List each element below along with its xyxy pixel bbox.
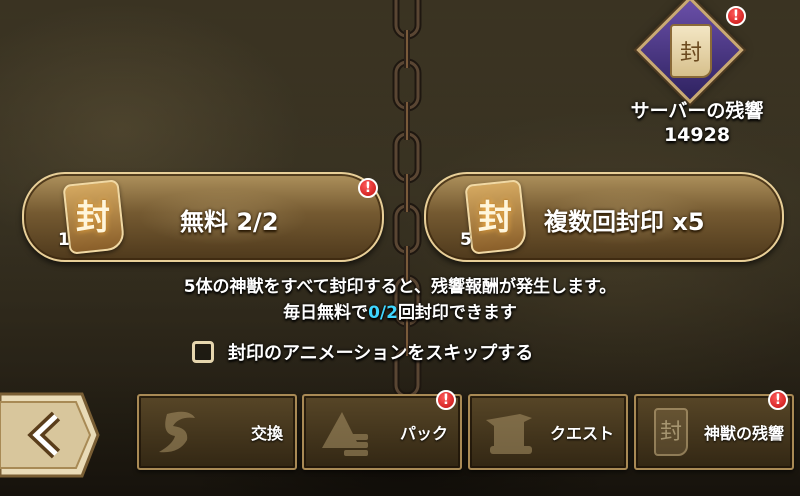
free-count-value: 0/2 bbox=[368, 303, 398, 323]
tab-exchange-label: 交換 bbox=[250, 424, 283, 443]
back-button[interactable] bbox=[0, 390, 100, 480]
multi-seal-label: 複数回封印 x5 bbox=[544, 208, 705, 236]
server-echo-count: 14928 bbox=[663, 124, 731, 146]
beast-echo-icon: 封 bbox=[646, 404, 708, 458]
tab-beast-echo[interactable]: 封 神獣の残響 ! bbox=[634, 390, 794, 470]
seal-scroll-icon: 封 5 bbox=[454, 174, 532, 260]
seal-count: 5 bbox=[460, 230, 472, 250]
free-seal-label: 無料 2/2 bbox=[180, 208, 279, 236]
server-echo-label: サーバーの残響 bbox=[630, 100, 764, 122]
alert-icon: ! bbox=[436, 390, 456, 410]
info-daily-text: 毎日無料で0/2回封印できます bbox=[283, 303, 517, 323]
seal-count: 1 bbox=[58, 230, 70, 250]
alert-icon: ! bbox=[358, 178, 378, 198]
tab-quest[interactable]: クエスト bbox=[468, 394, 628, 470]
free-seal-button[interactable]: 封 1 無料 2/2 ! bbox=[22, 172, 384, 262]
info-reward-text: 5体の神獣をすべて封印すると、残響報酬が発生します。 bbox=[183, 277, 617, 297]
multi-seal-button[interactable]: 封 5 複数回封印 x5 bbox=[424, 172, 784, 262]
exchange-icon bbox=[159, 411, 195, 453]
tab-beast-echo-label: 神獣の残響 bbox=[703, 424, 784, 443]
skip-animation-label: 封印のアニメーションをスキップする bbox=[228, 343, 534, 364]
tab-exchange[interactable]: 交換 bbox=[137, 394, 297, 470]
tab-quest-label: クエスト bbox=[549, 424, 614, 443]
skip-animation-checkbox[interactable] bbox=[192, 341, 214, 363]
alert-icon: ! bbox=[768, 390, 788, 410]
quest-icon bbox=[486, 414, 532, 454]
tab-pack[interactable]: パック ! bbox=[302, 390, 462, 470]
skip-animation-row[interactable]: 封印のアニメーションをスキップする bbox=[192, 338, 533, 366]
pack-icon bbox=[322, 412, 368, 456]
tab-pack-label: パック bbox=[399, 424, 448, 443]
seal-scroll-icon: 封 1 bbox=[52, 174, 130, 260]
